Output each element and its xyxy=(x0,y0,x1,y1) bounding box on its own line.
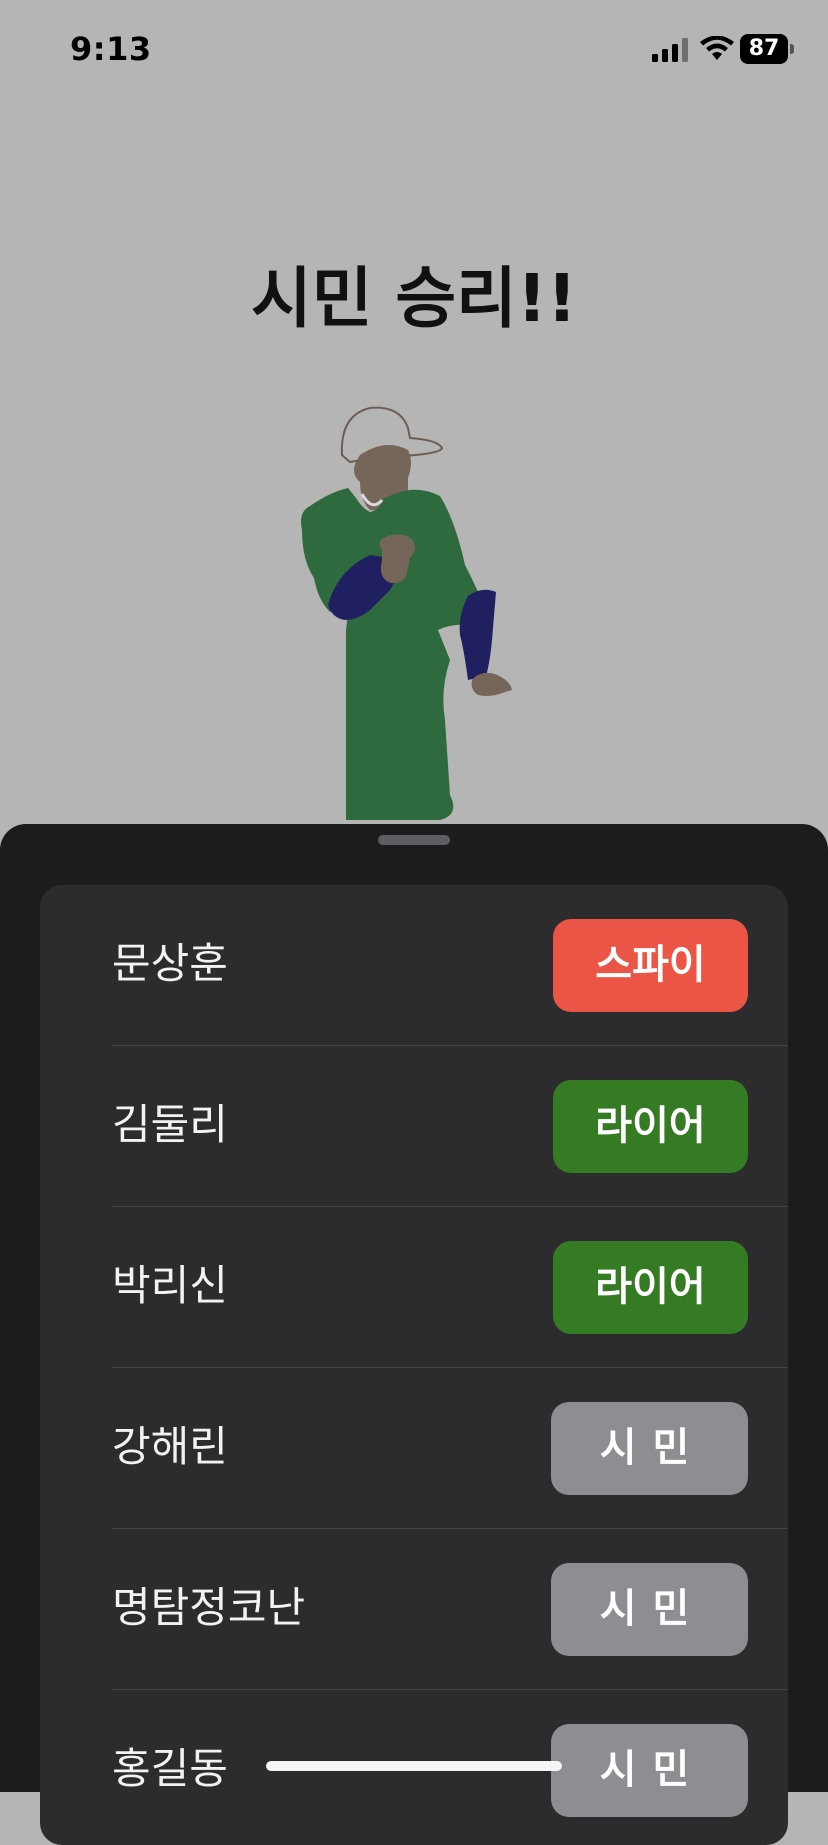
role-badge-spy: 스파이 xyxy=(553,919,748,1012)
home-indicator[interactable] xyxy=(266,1761,562,1771)
person-illustration xyxy=(301,406,512,820)
wifi-icon xyxy=(700,36,734,60)
results-sheet: 문상훈 스파이 김둘리 라이어 박리신 라이어 강해린 시민 명탐정코난 시민 … xyxy=(0,824,828,1845)
player-name: 명탐정코난 xyxy=(112,1583,306,1632)
result-title: 시민 승리!! xyxy=(250,260,578,337)
player-row: 문상훈 스파이 xyxy=(40,885,788,1046)
role-badge-citizen: 시민 xyxy=(551,1402,748,1495)
role-badge-citizen: 시민 xyxy=(551,1563,748,1656)
player-name: 강해린 xyxy=(112,1422,228,1471)
player-name: 홍길동 xyxy=(112,1744,228,1793)
battery-icon: 87 xyxy=(740,34,794,64)
battery-tip xyxy=(790,44,794,54)
player-list: 문상훈 스파이 김둘리 라이어 박리신 라이어 강해린 시민 명탐정코난 시민 … xyxy=(40,885,788,1845)
player-name: 박리신 xyxy=(112,1261,228,1310)
player-name: 문상훈 xyxy=(112,939,228,988)
player-row: 박리신 라이어 xyxy=(40,1207,788,1368)
sheet-handle[interactable] xyxy=(378,835,450,845)
status-bar: 9:13 87 xyxy=(0,0,828,100)
signal-icon xyxy=(652,38,688,62)
role-badge-liar: 라이어 xyxy=(553,1241,748,1334)
role-badge-liar: 라이어 xyxy=(553,1080,748,1173)
status-time: 9:13 xyxy=(70,30,152,68)
player-name: 김둘리 xyxy=(112,1100,228,1149)
player-row: 강해린 시민 xyxy=(40,1368,788,1529)
player-row: 명탐정코난 시민 xyxy=(40,1529,788,1690)
battery-level: 87 xyxy=(748,36,780,61)
role-badge-citizen: 시민 xyxy=(551,1724,748,1817)
player-row: 김둘리 라이어 xyxy=(40,1046,788,1207)
